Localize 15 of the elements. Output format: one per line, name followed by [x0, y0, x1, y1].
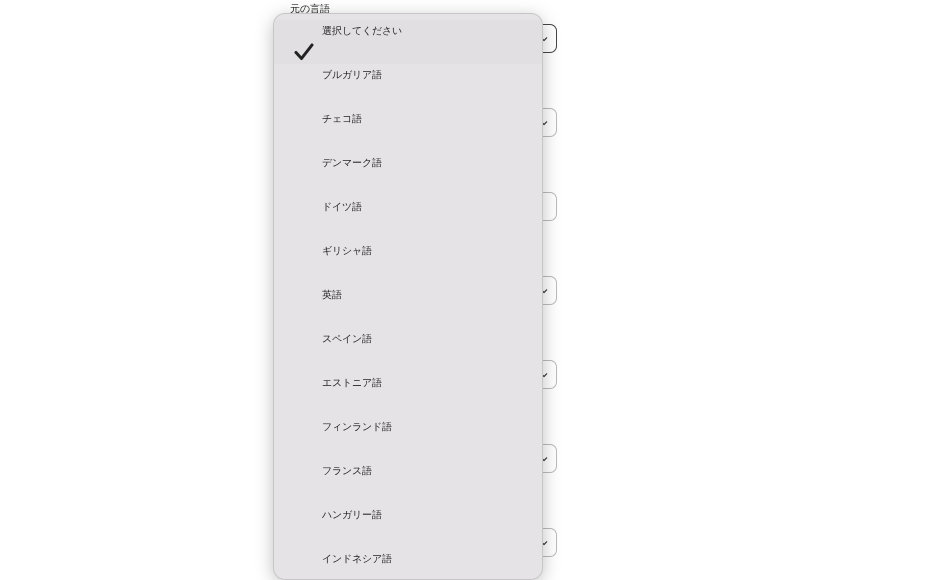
menu-option[interactable]: 選択してください	[274, 20, 542, 64]
menu-option[interactable]: デンマーク語	[274, 152, 542, 196]
menu-option[interactable]: ドイツ語	[274, 196, 542, 240]
menu-option[interactable]: 英語	[274, 284, 542, 328]
menu-option[interactable]: チェコ語	[274, 108, 542, 152]
menu-option[interactable]: フランス語	[274, 460, 542, 504]
menu-option[interactable]: インドネシア語	[274, 548, 542, 579]
menu-option[interactable]: ギリシャ語	[274, 240, 542, 284]
menu-option[interactable]: スペイン語	[274, 328, 542, 372]
checkmark-icon	[294, 42, 314, 61]
menu-option[interactable]: ハンガリー語	[274, 504, 542, 548]
field-label: 元の言語	[290, 3, 331, 17]
menu-option[interactable]: エストニア語	[274, 372, 542, 416]
menu-option[interactable]: ブルガリア語	[274, 64, 542, 108]
menu-option[interactable]: フィンランド語	[274, 416, 542, 460]
